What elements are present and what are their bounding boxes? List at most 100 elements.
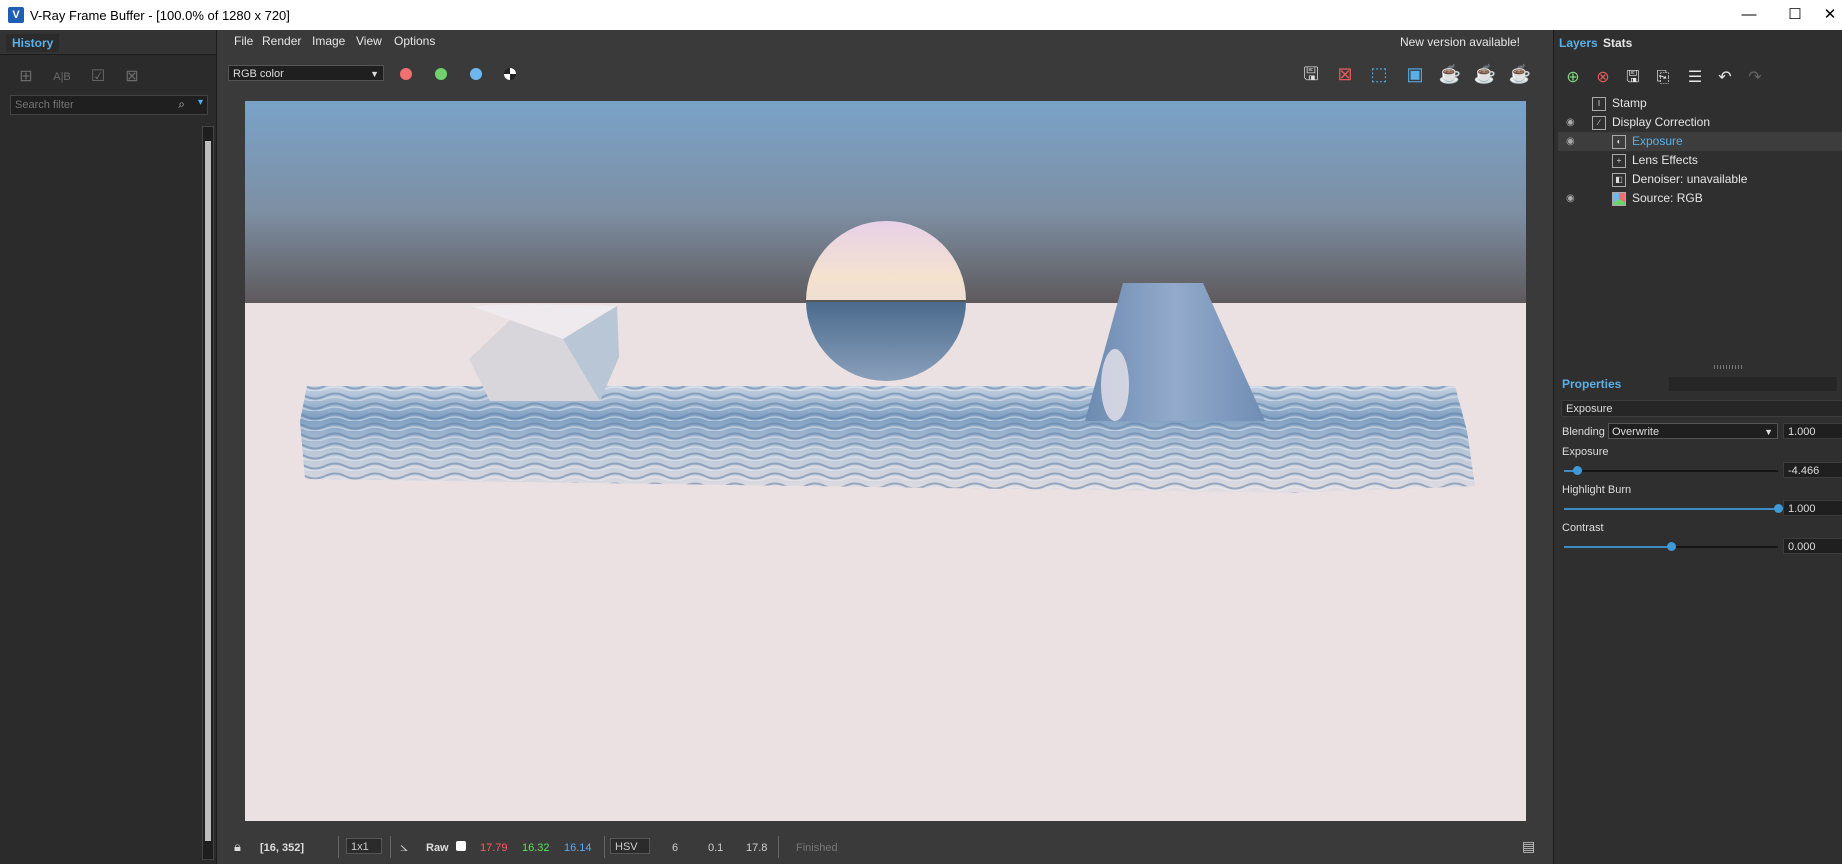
blending-label: Blending [1562, 426, 1605, 438]
stamp-icon: I [1592, 97, 1606, 111]
add-icon[interactable]: ⊞ [14, 66, 38, 88]
layer-source-rgb[interactable]: ◉ Source: RGB [1558, 189, 1842, 208]
frame-buffer-area: File Render Image View Options New versi… [220, 30, 1550, 864]
slider-fill [1564, 508, 1778, 510]
contrast-value-field[interactable]: 0.000 [1783, 538, 1842, 554]
tab-stats[interactable]: Stats [1603, 36, 1632, 50]
layer-lens-effects[interactable]: + Lens Effects [1558, 151, 1842, 170]
save-layers-icon[interactable]: 🖫 [1620, 66, 1646, 90]
divider [390, 836, 391, 858]
layer-denoiser[interactable]: ◧ Denoiser: unavailable [1558, 170, 1842, 189]
save-image-icon[interactable]: 🖫 [1298, 62, 1324, 86]
undo-icon[interactable]: ↶ [1712, 66, 1738, 90]
load-layers-icon[interactable]: ⎘ [1650, 66, 1676, 90]
search-box: ⌕ ▾ [10, 95, 208, 115]
layer-exposure[interactable]: ◉ ◐ Exposure [1558, 132, 1842, 151]
curve-icon: ∕ [1592, 116, 1606, 130]
contrast-slider[interactable] [1564, 542, 1778, 551]
add-layer-icon[interactable]: ⊕ [1560, 66, 1586, 90]
vray-logo-icon: V [8, 7, 24, 23]
clear-image-icon[interactable]: ⊠ [1332, 62, 1358, 86]
menu-render[interactable]: Render [262, 34, 301, 48]
delete-layer-icon[interactable]: ⊗ [1590, 66, 1616, 90]
chevron-down-icon[interactable]: ▾ [198, 97, 203, 108]
search-icon[interactable]: ⌕ [178, 97, 185, 112]
blending-amount-field[interactable]: 1.000 [1783, 423, 1842, 439]
render-icon[interactable]: ☕ [1507, 62, 1533, 86]
menu-image[interactable]: Image [312, 34, 345, 48]
channel-select[interactable]: RGB color ▼ [228, 65, 384, 81]
red-value: 17.79 [480, 842, 508, 854]
stop-render-icon[interactable]: ☕ [1472, 62, 1498, 86]
layer-display-correction[interactable]: ◉ ∕ Display Correction [1558, 113, 1842, 132]
blending-value: Overwrite [1612, 426, 1660, 438]
interactive-render-icon[interactable]: ☕ [1437, 62, 1463, 86]
status-bar: 🔒︎ [16, 352] 1x1 ⦣ Raw 17.79 16.32 16.14… [220, 830, 1550, 864]
slider-handle[interactable] [1667, 542, 1676, 551]
highlight-burn-label: Highlight Burn [1562, 484, 1632, 496]
layers-tree: I Stamp ◉ ∕ Display Correction ◉ ◐ Expos… [1558, 94, 1842, 208]
log-icon[interactable]: ▤ [1522, 838, 1535, 855]
menu-options[interactable]: Options [394, 34, 435, 48]
scrollbar-thumb[interactable] [205, 141, 211, 841]
render-view[interactable] [245, 101, 1526, 821]
green-value: 16.32 [522, 842, 550, 854]
highlight-burn-slider[interactable] [1564, 504, 1783, 513]
render-status: Finished [796, 842, 838, 854]
layer-name-field[interactable]: Exposure [1561, 400, 1842, 417]
panel-splitter[interactable] [1714, 365, 1744, 369]
maximize-button[interactable]: ☐ [1772, 0, 1818, 30]
curve-icon[interactable]: ⦣ [400, 838, 408, 855]
visibility-eye-icon[interactable]: ◉ [1566, 113, 1580, 132]
divider [338, 836, 339, 858]
layer-presets-icon[interactable]: ☰ [1682, 66, 1708, 90]
green-channel-button[interactable] [435, 68, 447, 80]
divider [778, 836, 779, 858]
sample-size-select[interactable]: 1x1 [346, 838, 382, 854]
lens-effects-icon: + [1612, 154, 1626, 168]
pixel-coordinates: [16, 352] [260, 842, 305, 854]
denoiser-icon: ◧ [1612, 173, 1626, 187]
layer-name: Stamp [1612, 96, 1647, 110]
compare-ab-icon[interactable]: A|B [50, 66, 74, 88]
divider [604, 836, 605, 858]
layer-name: Source: RGB [1632, 191, 1703, 205]
blending-select[interactable]: Overwrite ▼ [1608, 423, 1778, 439]
properties-title: Properties [1562, 377, 1622, 391]
layers-panel: Layers Stats ⊕ ⊗ 🖫 ⎘ ☰ ↶ ↷ I Stamp ◉ ∕ D… [1553, 30, 1842, 864]
exposure-icon: ◐ [1612, 135, 1626, 149]
new-version-link[interactable]: New version available! [1400, 35, 1520, 49]
value-value: 17.8 [746, 842, 768, 854]
exposure-value-field[interactable]: -4.466 [1783, 462, 1842, 478]
title-bar: V V-Ray Frame Buffer - [100.0% of 1280 x… [0, 0, 1842, 30]
color-space-select[interactable]: HSV [610, 838, 650, 854]
properties-header: Properties [1554, 372, 1842, 396]
layer-name: Denoiser: unavailable [1632, 172, 1748, 186]
history-scrollbar[interactable] [202, 126, 214, 860]
pin-icon[interactable]: 🔒︎ [234, 839, 241, 855]
visibility-eye-icon[interactable]: ◉ [1566, 189, 1580, 208]
close-button[interactable]: ✕ [1818, 0, 1842, 30]
red-channel-button[interactable] [400, 68, 412, 80]
menu-view[interactable]: View [356, 34, 382, 48]
load-icon[interactable]: ☑ [86, 66, 110, 88]
region-render-icon[interactable]: ⬚ [1366, 62, 1392, 86]
slider-handle[interactable] [1774, 504, 1783, 513]
tab-layers[interactable]: Layers [1559, 36, 1598, 50]
search-input[interactable] [13, 97, 177, 112]
menu-file[interactable]: File [234, 34, 253, 48]
clear-icon[interactable]: ⊠ [120, 66, 144, 88]
tab-history[interactable]: History [6, 34, 60, 52]
layer-stamp[interactable]: I Stamp [1558, 94, 1842, 113]
redo-icon[interactable]: ↷ [1742, 66, 1768, 90]
alpha-channel-icon[interactable] [504, 68, 516, 80]
color-mode-label: Raw [426, 842, 449, 854]
highlight-burn-value-field[interactable]: 1.000 [1783, 500, 1842, 516]
exposure-slider[interactable] [1564, 466, 1778, 475]
blue-channel-button[interactable] [470, 68, 482, 80]
sample-size-value: 1x1 [351, 841, 369, 853]
visibility-eye-icon[interactable]: ◉ [1566, 132, 1580, 151]
minimize-button[interactable]: — [1726, 0, 1772, 30]
render-region-frame-icon[interactable]: ▣ [1402, 62, 1428, 86]
slider-handle[interactable] [1572, 466, 1582, 475]
